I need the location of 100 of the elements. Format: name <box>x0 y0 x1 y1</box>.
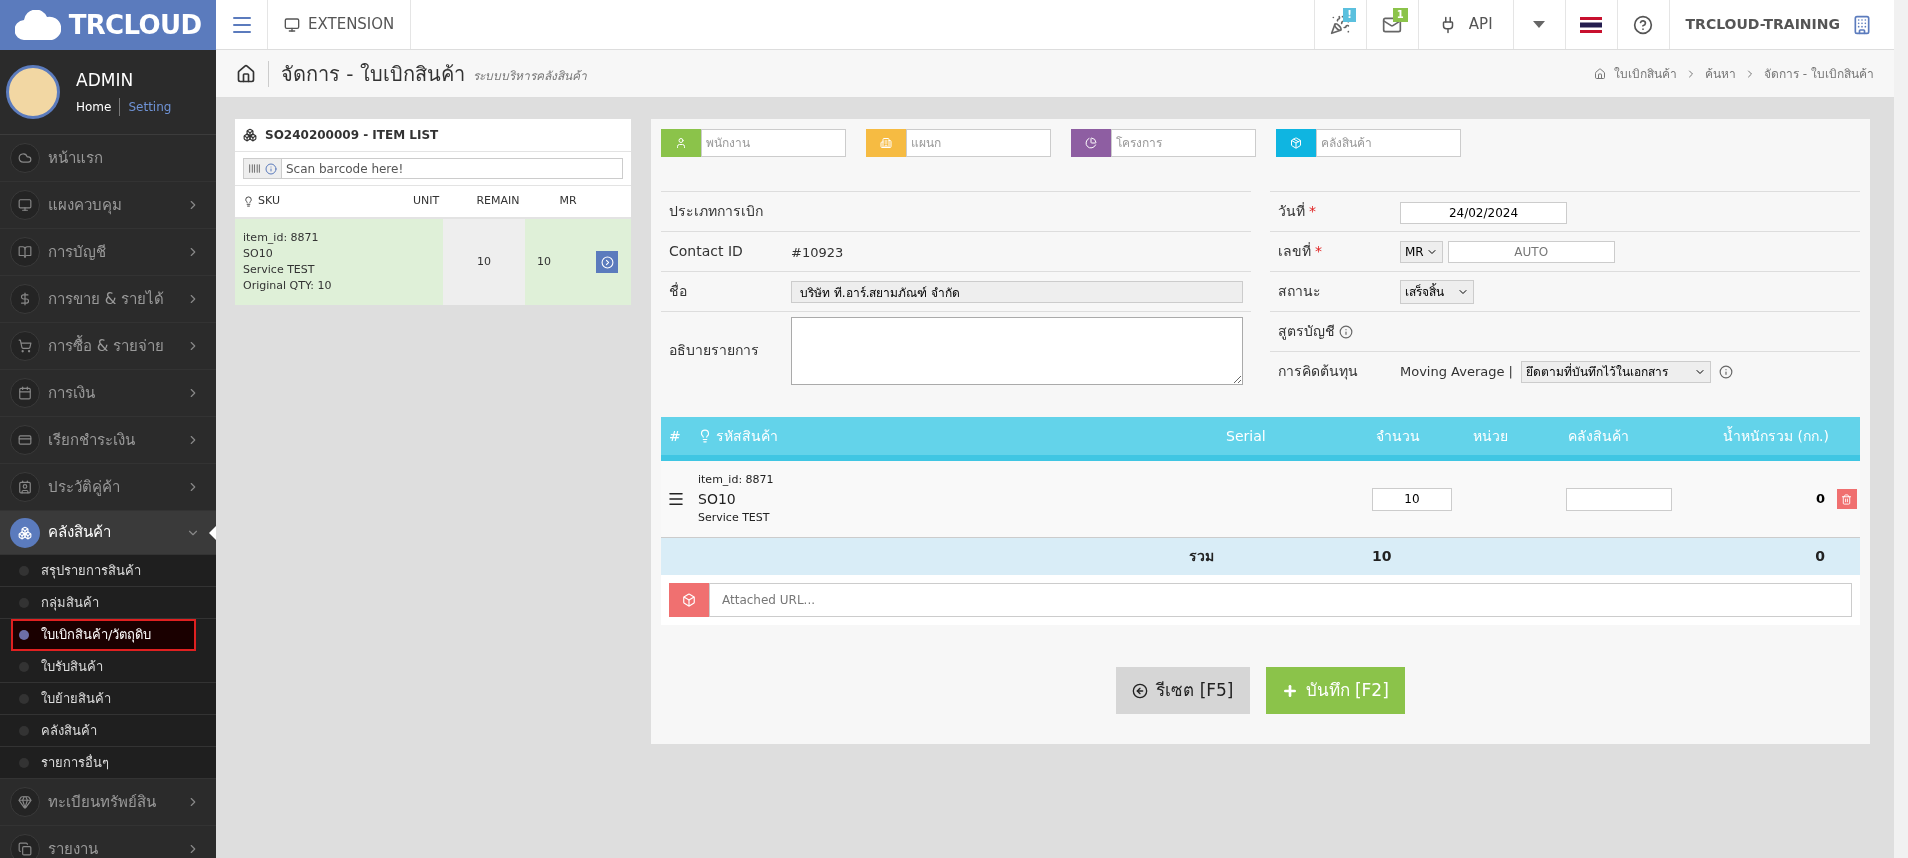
building-icon <box>880 137 892 149</box>
tag-field[interactable]: พนักงาน <box>701 129 846 157</box>
home-icon <box>1594 67 1607 80</box>
status-select[interactable]: เสร็จสิ้น <box>1400 280 1474 304</box>
mr-cell-text: 10 <box>536 253 552 270</box>
lightbulb-icon <box>698 429 712 443</box>
setting-link[interactable]: Setting <box>120 97 172 116</box>
boxes-icon <box>18 525 32 540</box>
quantity-field[interactable]: 10 <box>1372 487 1452 511</box>
date-field[interactable]: 24/02/2024 <box>1400 201 1567 224</box>
contact-id-value: #10923 <box>791 244 844 260</box>
tag-field[interactable]: โครงการ <box>1111 129 1256 157</box>
company-button[interactable]: TRCLOUD-TRAINING <box>1668 0 1894 49</box>
column-header: # <box>668 426 682 446</box>
required-mark: * <box>1309 202 1316 221</box>
sidebar-item[interactable]: ทะเบียนทรัพย์สิน <box>0 779 216 826</box>
sidebar-item[interactable]: การบัญชี <box>0 229 216 276</box>
sidebar-item[interactable]: การเงิน <box>0 370 216 417</box>
notification-badge: 1 <box>1392 8 1408 22</box>
page-title: จัดการ - ใบเบิกสินค้า <box>281 60 465 88</box>
home-icon[interactable] <box>236 63 256 84</box>
sku-line: item_id: 8871 <box>243 230 320 246</box>
remain-cell: 10 <box>443 219 525 305</box>
attachment-field[interactable]: Attached URL... <box>709 583 1852 617</box>
cloud-icon <box>18 151 32 165</box>
column-header: MR <box>558 193 578 210</box>
sidebar-item[interactable]: การขาย & รายได้ <box>0 276 216 323</box>
item-id: item_id: 8871 <box>698 471 775 488</box>
sidebar-item[interactable]: แผงควบคุม <box>0 182 216 229</box>
book-icon <box>18 245 32 259</box>
field-label: การคิดต้นทุน <box>1278 362 1358 382</box>
sidebar-item[interactable]: หน้าแรก <box>0 135 216 182</box>
column-header: จำนวน <box>1375 426 1421 446</box>
column-header: คลังสินค้า <box>1567 426 1630 446</box>
costing-select[interactable]: ยึดตามที่บันทึกไว้ในเอกสาร <box>1521 360 1711 383</box>
notification-badge: ! <box>1343 8 1356 22</box>
number-field[interactable]: AUTO <box>1447 240 1615 263</box>
brand-name: TRCLOUD <box>68 8 202 42</box>
lightbulb-icon <box>243 196 254 207</box>
warehouse-field[interactable] <box>1566 487 1672 511</box>
barcode-field[interactable]: Scan barcode here! <box>282 158 623 179</box>
box-icon <box>1290 137 1302 149</box>
drag-handle-icon[interactable] <box>667 490 685 508</box>
field-label: สูตรบัญชี <box>1278 322 1335 342</box>
credit-card-icon <box>18 433 32 447</box>
costing-method: Moving Average | <box>1400 362 1513 381</box>
column-header: REMAIN <box>475 193 521 210</box>
monitor-icon <box>18 198 32 212</box>
home-link[interactable]: Home <box>76 97 121 116</box>
description-field[interactable] <box>791 316 1243 385</box>
delete-button[interactable] <box>1836 489 1857 509</box>
sidebar-item[interactable]: รายงาน <box>0 826 216 858</box>
field-label: สถานะ <box>1278 282 1321 301</box>
contact-card-icon <box>18 480 32 494</box>
building-icon <box>1852 14 1872 35</box>
submenu-item[interactable]: ใบเบิกสินค้า/วัตถุดิบ <box>11 619 196 651</box>
add-item-button[interactable] <box>596 251 618 273</box>
column-header: หน่วย <box>1472 426 1509 446</box>
reset-button[interactable]: รีเซต [F5] <box>1116 667 1250 714</box>
dollar-icon <box>18 292 32 306</box>
sku-line: Original QTY: 10 <box>243 278 333 294</box>
breadcrumb-link[interactable]: ใบเบิกสินค้า <box>1614 64 1678 83</box>
breadcrumb-link[interactable]: ค้นหา <box>1705 64 1737 83</box>
sidebar-item[interactable]: คลังสินค้า <box>0 511 216 555</box>
field-label: ชื่อ <box>669 281 688 301</box>
total-label: รวม <box>1188 547 1215 566</box>
sidebar-item[interactable]: เรียกชำระเงิน <box>0 417 216 464</box>
breadcrumb-link[interactable]: จัดการ - ใบเบิกสินค้า <box>1764 64 1874 83</box>
cloud-logo-icon <box>14 10 61 40</box>
field-label: Contact ID <box>669 242 744 261</box>
user-name: ADMIN <box>76 69 135 93</box>
trash-icon <box>1841 493 1852 505</box>
info-icon <box>1719 364 1733 379</box>
extension-button[interactable]: EXTENSION <box>268 0 412 49</box>
column-header: รหัสสินค้า <box>690 425 1218 447</box>
flag-icon[interactable] <box>1580 16 1603 33</box>
item-sku: SO10 <box>698 490 737 509</box>
gem-icon <box>18 795 32 809</box>
tag-field[interactable]: แผนก <box>906 129 1051 157</box>
monitor-icon <box>284 16 300 33</box>
pie-chart-icon <box>1085 137 1097 149</box>
plus-icon <box>1281 682 1298 699</box>
info-icon <box>1339 324 1353 339</box>
user-icon <box>675 137 687 149</box>
help-icon <box>1633 14 1654 35</box>
tag-field[interactable]: คลังสินค้า <box>1316 129 1461 157</box>
required-mark: * <box>1315 242 1322 261</box>
field-label: วันที่ <box>1278 201 1305 221</box>
column-header: SKU <box>235 193 395 210</box>
api-button[interactable]: API <box>1417 0 1513 49</box>
sidebar-item[interactable]: การซื้อ & รายจ่าย <box>0 323 216 370</box>
copy-icon <box>18 842 32 856</box>
page-subtitle: ระบบบริหารคลังสินค้า <box>472 67 587 85</box>
prefix-select[interactable]: MR <box>1400 240 1443 263</box>
calendar-icon <box>18 386 32 400</box>
column-header: UNIT <box>411 193 441 210</box>
boxes-icon <box>243 128 257 142</box>
name-field[interactable]: บริษัท ที.อาร์.สยามภัณฑ์ จำกัด <box>791 281 1243 303</box>
info-icon <box>265 162 277 175</box>
barcode-icon <box>248 162 261 175</box>
